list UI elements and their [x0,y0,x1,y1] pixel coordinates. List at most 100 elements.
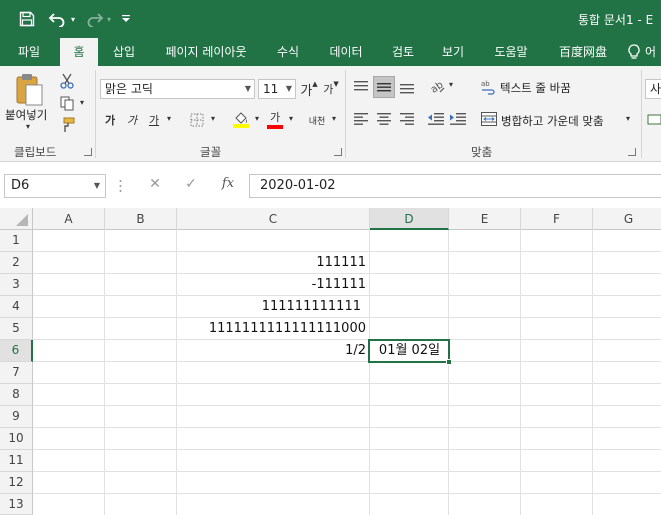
paste-label[interactable]: 붙여넣기 [5,107,47,123]
font-color-button[interactable]: 가 [266,110,284,130]
column-header-c[interactable]: C [177,208,370,230]
row-header-3[interactable]: 3 [0,274,33,296]
cell-c3[interactable]: -111111 [177,274,369,296]
undo-dropdown-icon[interactable]: ▾ [68,9,78,29]
cell-c5[interactable]: 1111111111111111000 [177,318,369,340]
tab-data[interactable]: 데이터 [318,38,374,66]
row-header-11[interactable]: 11 [0,450,33,472]
tab-formulas[interactable]: 수식 [268,38,308,66]
wrap-text-label[interactable]: 텍스트 줄 바꿈 [500,80,571,96]
merge-center-icon[interactable] [480,110,498,128]
row-header-5[interactable]: 5 [0,318,33,340]
font-name-dropdown-icon[interactable]: ▼ [245,80,251,98]
customize-quick-access-icon[interactable] [120,9,132,29]
font-size-combo[interactable]: 11 ▼ [258,79,296,99]
row-header-9[interactable]: 9 [0,406,33,428]
row-header-6[interactable]: 6 [0,340,33,362]
format-painter-icon[interactable] [58,116,76,134]
cell-c4[interactable]: 111111111111 [177,296,369,318]
cell-c2[interactable]: 111111 [177,252,369,274]
column-header-g[interactable]: G [593,208,661,230]
column-header-d[interactable]: D [370,208,449,230]
align-center-icon[interactable] [375,110,393,128]
cell-c6[interactable]: 1/2 [177,340,369,362]
border-dropdown-icon[interactable]: ▾ [208,114,218,123]
row-header-7[interactable]: 7 [0,362,33,384]
font-name-combo[interactable]: 맑은 고딕 ▼ [100,79,255,99]
bold-button[interactable]: 가 [102,110,118,130]
cancel-icon[interactable]: ✕ [146,176,164,196]
clipboard-group-label: 클립보드 [14,145,57,159]
orientation-icon[interactable]: ab [428,76,446,96]
border-icon[interactable] [188,112,206,128]
merge-center-label[interactable]: 병합하고 가운데 맞춤 [501,113,604,129]
tab-page-layout[interactable]: 페이지 레이아웃 [152,38,260,66]
align-middle-icon[interactable] [373,76,395,98]
tab-review[interactable]: 검토 [382,38,424,66]
insert-function-icon[interactable]: fx [218,176,238,196]
column-header-f[interactable]: F [521,208,593,230]
tab-tell-me[interactable]: 어 [645,38,661,66]
align-left-icon[interactable] [352,110,370,128]
enter-icon[interactable]: ✓ [182,176,200,196]
save-icon[interactable] [16,9,38,29]
row-header-13[interactable]: 13 [0,494,33,515]
shrink-font-button[interactable]: 가 ▼ [322,79,340,99]
column-header-a[interactable]: A [33,208,105,230]
merge-dropdown-icon[interactable]: ▾ [623,114,633,123]
lightbulb-icon[interactable] [626,38,642,66]
worksheet-grid[interactable]: A B C D E F G 1 2 3 4 5 6 7 8 9 10 11 12… [0,208,661,515]
orientation-dropdown-icon[interactable]: ▾ [447,80,455,89]
name-box[interactable]: D6 ▼ [4,174,106,198]
font-dialog-launcher-icon[interactable] [334,148,342,156]
phonetic-guide-button[interactable]: 내천 [306,108,328,132]
name-box-dropdown-icon[interactable]: ▼ [94,175,100,197]
cut-icon[interactable] [58,72,76,90]
fill-color-dropdown-icon[interactable]: ▾ [252,114,262,123]
tab-file[interactable]: 파일 [4,38,54,66]
decrease-indent-icon[interactable] [427,110,445,128]
row-header-8[interactable]: 8 [0,384,33,406]
column-header-e[interactable]: E [449,208,521,230]
number-format-combo[interactable]: 사 [645,79,661,99]
paste-icon[interactable] [12,72,46,108]
tab-home[interactable]: 홈 [60,38,98,66]
row-header-1[interactable]: 1 [0,230,33,252]
select-all-button[interactable] [0,208,33,230]
italic-button[interactable]: 가 [124,110,140,130]
font-color-dropdown-icon[interactable]: ▾ [286,114,296,123]
copy-icon[interactable] [58,94,76,112]
row-header-10[interactable]: 10 [0,428,33,450]
tab-help[interactable]: 도움말 [484,38,538,66]
svg-text:ab: ab [481,80,490,88]
clipboard-dialog-launcher-icon[interactable] [84,148,92,156]
font-size-dropdown-icon[interactable]: ▼ [286,80,292,98]
undo-icon[interactable] [46,9,68,29]
paste-dropdown-icon[interactable]: ▾ [22,122,34,131]
column-header-b[interactable]: B [105,208,177,230]
currency-format-icon[interactable] [647,110,661,128]
align-bottom-icon[interactable] [398,78,416,96]
redo-icon[interactable] [84,9,106,29]
tab-view[interactable]: 보기 [432,38,474,66]
underline-button[interactable]: 가 [146,110,162,130]
fill-handle[interactable] [446,359,452,365]
alignment-dialog-launcher-icon[interactable] [628,148,636,156]
increase-indent-icon[interactable] [449,110,467,128]
redo-dropdown-icon[interactable]: ▾ [104,9,114,29]
font-size-value: 11 [263,82,279,96]
row-header-12[interactable]: 12 [0,472,33,494]
tab-baidu-netdisk[interactable]: 百度网盘 [548,38,618,66]
fill-color-icon[interactable] [232,110,250,130]
row-header-2[interactable]: 2 [0,252,33,274]
row-header-4[interactable]: 4 [0,296,33,318]
align-right-icon[interactable] [398,110,416,128]
formula-input[interactable]: 2020-01-02 [249,174,661,198]
copy-dropdown-icon[interactable]: ▾ [78,98,86,107]
underline-dropdown-icon[interactable]: ▾ [164,114,174,123]
wrap-text-icon[interactable]: ab [480,77,496,97]
phonetic-dropdown-icon[interactable]: ▾ [330,114,338,123]
grow-font-button[interactable]: 가 ▲ [300,79,318,99]
align-top-icon[interactable] [352,78,370,96]
tab-insert[interactable]: 삽입 [102,38,146,66]
